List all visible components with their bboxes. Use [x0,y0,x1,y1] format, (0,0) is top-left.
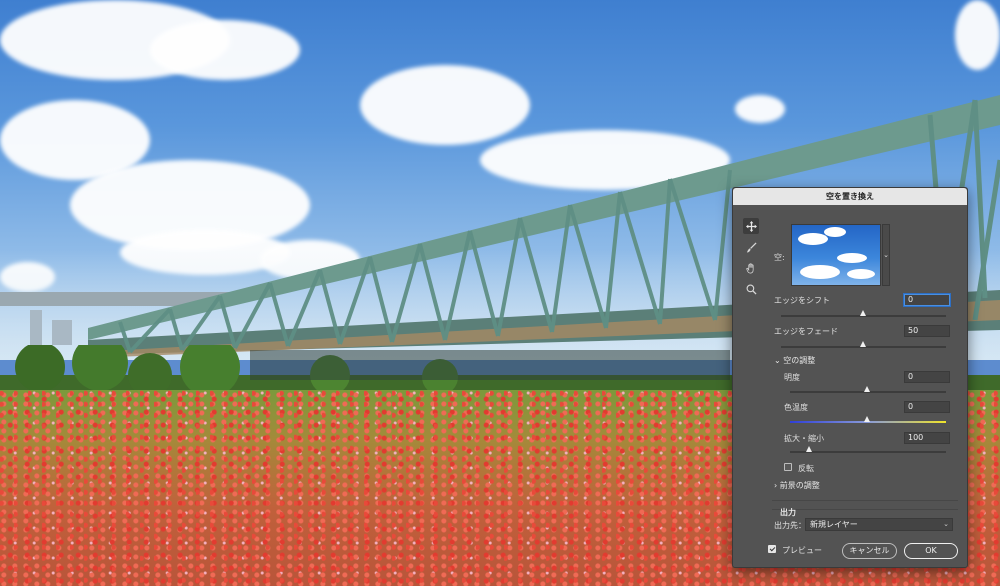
chevron-down-icon: ⌄ [883,251,889,259]
temperature-label: 色温度 [784,403,808,412]
edge-shift-label: エッジをシフト [774,296,830,305]
chevron-down-icon: ⌄ [943,520,949,528]
sky-adjust-toggle[interactable]: ⌄ 空の調整 [774,355,815,366]
flip-checkbox[interactable] [784,463,792,471]
temperature-input[interactable]: 0 [904,401,950,413]
chevron-right-icon: › [774,481,778,490]
hand-tool[interactable] [743,260,759,276]
move-tool[interactable] [743,218,759,234]
sky-dropdown-button[interactable]: ⌄ [882,224,890,286]
sky-replacement-dialog: 空を置き換え 空: ⌄ エッジをシフト 0 エッジをフェード 50 ⌄ 空の調整 [732,187,968,568]
zoom-tool[interactable] [743,281,759,297]
sky-label: 空: [774,253,785,262]
edge-fade-label: エッジをフェード [774,327,838,336]
output-header: 出力 [780,508,796,517]
scale-label: 拡大・縮小 [784,434,824,443]
edge-fade-thumb[interactable] [860,341,866,347]
ok-button[interactable]: OK [904,543,958,559]
foreground-adjust-header: 前景の調整 [779,481,820,490]
sky-preset-thumbnail[interactable] [791,224,881,286]
sky-brush-tool[interactable] [743,239,759,255]
tool-column [743,218,759,302]
hand-icon [745,262,754,273]
preview-label: プレビュー [782,546,822,555]
brightness-input[interactable]: 0 [904,371,950,383]
chevron-down-icon: ⌄ [774,356,781,365]
dialog-title: 空を置き換え [733,188,967,205]
zoom-icon [746,284,757,295]
scale-input[interactable]: 100 [904,432,950,444]
brightness-label: 明度 [784,373,800,382]
divider [772,500,958,501]
cancel-button[interactable]: キャンセル [842,543,897,559]
brush-icon [746,241,757,253]
flip-label: 反転 [798,464,814,473]
sky-adjust-header: 空の調整 [783,356,816,365]
scale-thumb[interactable] [806,446,812,452]
edge-fade-input[interactable]: 50 [904,325,950,337]
scale-slider[interactable] [790,451,946,453]
edge-shift-input[interactable]: 0 [904,294,950,306]
edge-shift-thumb[interactable] [860,310,866,316]
brightness-thumb[interactable] [864,386,870,392]
preview-checkbox[interactable] [768,545,776,553]
temperature-thumb[interactable] [864,416,870,422]
move-icon [745,220,757,232]
foreground-adjust-toggle[interactable]: › 前景の調整 [774,480,820,491]
output-dest-label: 出力先： [774,521,806,530]
output-dest-select[interactable]: 新規レイヤー ⌄ [805,518,953,531]
output-dest-value: 新規レイヤー [810,520,858,529]
